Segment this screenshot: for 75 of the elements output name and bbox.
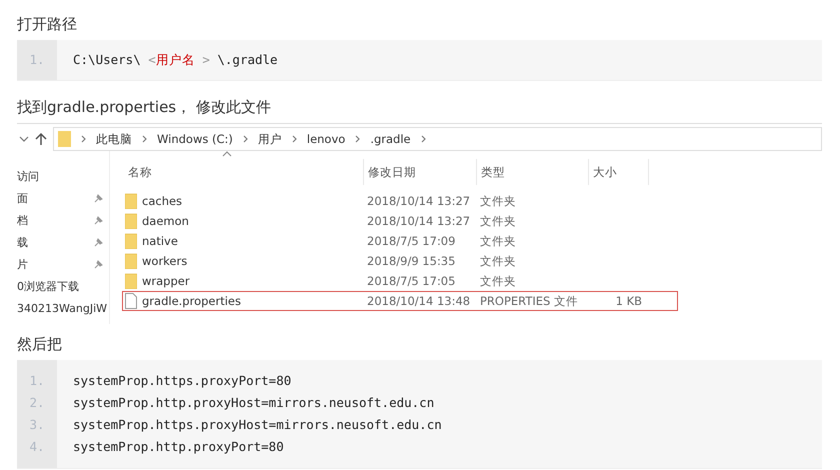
file-size: 1 KB: [616, 294, 642, 308]
modified-date: 2018/10/14 13:27: [367, 214, 470, 228]
code-line: C:\Users\ <用户名 > \.gradle: [73, 51, 278, 69]
file-row[interactable]: workers 2018/9/9 15:35 文件夹: [122, 251, 678, 271]
chevron-right-icon: [242, 135, 248, 143]
code-line: systemProp.http.proxyHost=mirrors.neusoft.edu.cn: [73, 394, 436, 412]
modified-date: 2018/7/5 17:09: [367, 234, 456, 248]
breadcrumb-item[interactable]: lenovo: [306, 132, 346, 146]
file-type: PROPERTIES 文件: [480, 294, 578, 308]
breadcrumb-item[interactable]: 用户: [258, 132, 282, 146]
line-number: 1.: [29, 51, 45, 69]
folder-icon: [125, 253, 137, 269]
up-arrow-icon[interactable]: [35, 132, 47, 146]
line-number: 1.: [29, 372, 45, 390]
breadcrumb-item[interactable]: 此电脑: [96, 132, 132, 146]
nav-pane-item[interactable]: 访问: [17, 168, 39, 184]
column-header[interactable]: 名称: [124, 159, 364, 185]
pin-icon: [94, 216, 103, 225]
file-name: daemon: [142, 214, 189, 228]
file-row[interactable]: caches 2018/10/14 13:27 文件夹: [122, 191, 678, 211]
breadcrumb-item[interactable]: .gradle: [370, 132, 411, 146]
line-number: 2.: [29, 394, 45, 412]
pin-icon: [94, 194, 103, 203]
code-line: systemProp.http.proxyPort=80: [73, 438, 285, 456]
line-number: 4.: [29, 438, 45, 456]
chevron-right-icon: [292, 135, 297, 143]
file-name: gradle.properties: [142, 294, 241, 308]
folder-icon: [58, 131, 71, 147]
file-type: 文件夹: [480, 234, 516, 248]
file-row[interactable]: daemon 2018/10/14 13:27 文件夹: [122, 211, 678, 231]
file-name: wrapper: [142, 274, 190, 288]
file-icon: [125, 293, 137, 309]
file-type: 文件夹: [480, 254, 516, 268]
file-name: native: [142, 234, 178, 248]
nav-pane-item[interactable]: 0浏览器下载: [17, 278, 79, 294]
folder-icon: [125, 213, 137, 229]
chevron-right-icon: [355, 135, 360, 143]
nav-pane-item[interactable]: 片: [17, 256, 28, 272]
code-line: systemProp.https.proxyHost=mirrors.neusoft.edu.cn: [73, 416, 442, 434]
modified-date: 2018/10/14 13:48: [367, 294, 470, 308]
file-type: 文件夹: [480, 274, 516, 288]
modified-date: 2018/9/9 15:35: [367, 254, 456, 268]
modified-date: 2018/7/5 17:05: [367, 274, 456, 288]
column-header[interactable]: 大小: [589, 159, 649, 185]
address-bar[interactable]: 此电脑 Windows (C:) 用户 lenovo .gradle: [53, 127, 822, 151]
column-header[interactable]: 类型: [477, 159, 589, 185]
modified-date: 2018/10/14 13:27: [367, 194, 470, 208]
chevron-right-icon: [142, 135, 147, 143]
chevron-right-icon: [81, 135, 86, 143]
file-type: 文件夹: [480, 214, 516, 228]
section-heading: 找到gradle.properties， 修改此文件: [17, 97, 272, 118]
line-number: 3.: [29, 416, 45, 434]
chevron-right-icon: [420, 135, 426, 143]
file-row[interactable]: wrapper 2018/7/5 17:05 文件夹: [122, 271, 678, 291]
folder-icon: [125, 273, 137, 289]
folder-icon: [125, 193, 137, 209]
pin-icon: [94, 238, 103, 247]
file-name: workers: [142, 254, 188, 268]
chevron-down-icon[interactable]: [19, 135, 29, 143]
nav-pane-item[interactable]: 面: [17, 190, 28, 206]
nav-pane-item[interactable]: 340213WangJiW: [17, 302, 108, 314]
section-heading: 然后把: [17, 334, 63, 355]
section-heading: 打开路径: [17, 14, 78, 35]
pin-icon: [94, 260, 103, 269]
sort-caret-icon: [222, 151, 232, 157]
nav-pane-item[interactable]: 载: [17, 234, 28, 250]
highlight-frame[interactable]: gradle.properties 2018/10/14 13:48 PROPERTIES 文件 1 KB: [122, 291, 678, 311]
breadcrumb-item[interactable]: Windows (C:): [157, 132, 233, 146]
column-header[interactable]: 修改日期: [364, 159, 477, 185]
code-line: systemProp.https.proxyPort=80: [73, 372, 292, 390]
folder-icon: [125, 233, 137, 249]
file-name: caches: [142, 194, 182, 208]
nav-pane-item[interactable]: 档: [17, 212, 28, 228]
file-row[interactable]: native 2018/7/5 17:09 文件夹: [122, 231, 678, 251]
file-type: 文件夹: [480, 194, 516, 208]
